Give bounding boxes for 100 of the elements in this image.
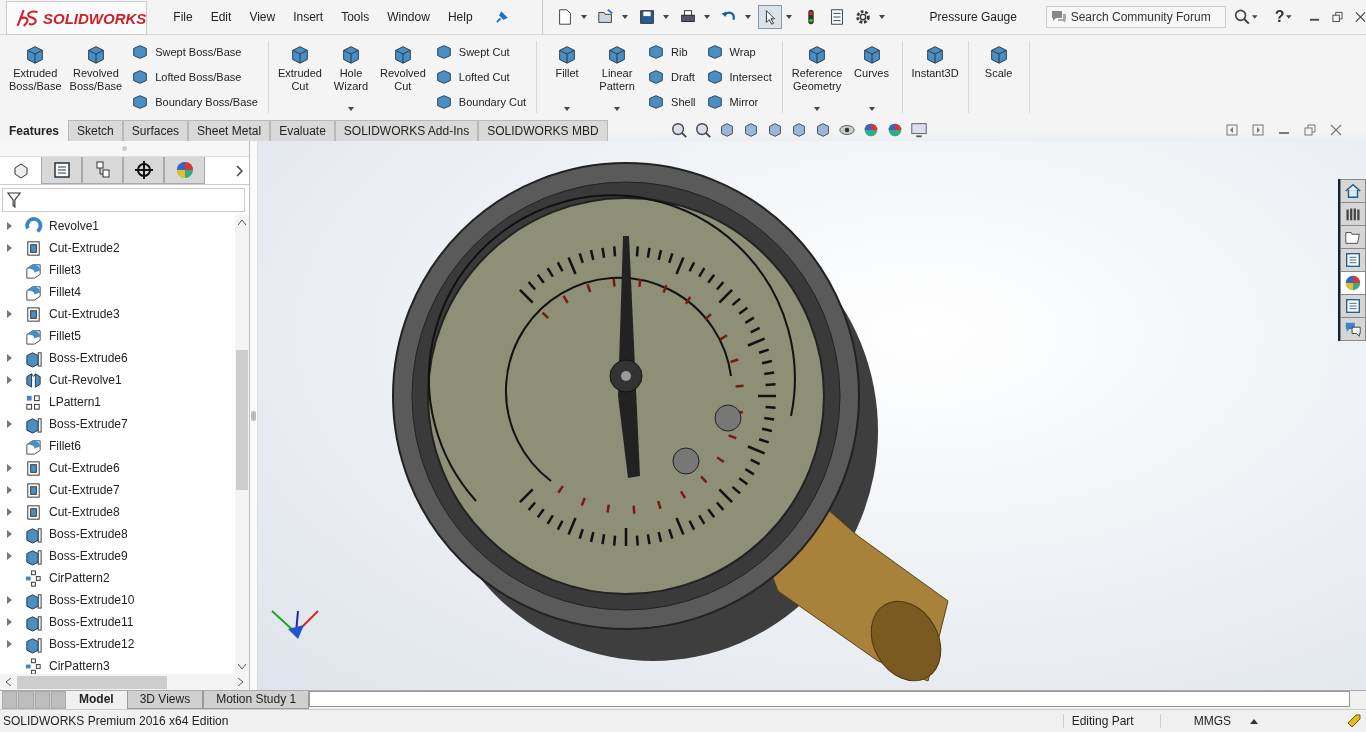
expand-arrow-icon[interactable] (7, 244, 12, 252)
caret-icon[interactable] (614, 107, 621, 111)
ribbon-button[interactable]: Rib (647, 41, 696, 63)
expand-arrow-icon[interactable] (7, 640, 12, 648)
ribbon-button[interactable]: Revolved Cut (376, 41, 429, 113)
caret-icon[interactable] (621, 15, 628, 19)
ribbon-button[interactable]: Wrap (705, 41, 772, 63)
caret-up-icon[interactable] (1250, 718, 1258, 724)
tree-item[interactable]: Boss-Extrude9 (0, 545, 235, 567)
scroll-down-icon[interactable] (238, 664, 246, 669)
tree-item[interactable]: Boss-Extrude11 (0, 611, 235, 633)
list-icon[interactable] (1340, 295, 1366, 318)
caret-icon[interactable] (662, 15, 669, 19)
menu-item[interactable]: File (173, 10, 193, 24)
filter-icon[interactable] (7, 192, 21, 208)
command-tab[interactable]: SOLIDWORKS Add-Ins (334, 120, 479, 141)
ribbon-button[interactable]: Lofted Cut (434, 66, 527, 88)
tree-item[interactable]: Boss-Extrude8 (0, 523, 235, 545)
caret-icon[interactable] (564, 107, 571, 111)
ribbon-button[interactable]: Extruded Boss/Base (6, 41, 65, 113)
scroll-thumb[interactable] (236, 350, 248, 490)
scroll-thumb[interactable] (17, 675, 167, 689)
restore-icon[interactable] (1304, 124, 1316, 136)
ribbon-button[interactable]: Linear Pattern (593, 41, 642, 113)
caret-icon[interactable] (580, 15, 587, 19)
expand-arrow-icon[interactable] (7, 222, 12, 230)
tree-item[interactable]: Revolve1 (0, 215, 235, 237)
search-field[interactable]: Search Community Forum (1045, 6, 1226, 28)
vertical-scrollbar[interactable] (235, 215, 249, 674)
tree-item[interactable]: Fillet5 (0, 325, 235, 347)
ribbon-button[interactable]: Curves (847, 41, 896, 113)
ribbon-button[interactable]: Swept Cut (434, 41, 527, 63)
tree-item[interactable]: Cut-Extrude2 (0, 237, 235, 259)
splitter-handle[interactable] (251, 410, 256, 421)
ribbon-button[interactable]: Reference Geometry (788, 41, 846, 113)
tree-item[interactable]: LPattern1 (0, 391, 235, 413)
scroll-left-icon[interactable] (6, 678, 11, 686)
caret-icon[interactable] (347, 107, 354, 111)
ribbon-button[interactable]: Scale (974, 41, 1023, 113)
chevron-right-icon[interactable] (235, 164, 243, 177)
units-label[interactable]: MMGS (1190, 714, 1234, 728)
expand-arrow-icon[interactable] (7, 486, 12, 494)
panel-grip-icon[interactable] (122, 146, 127, 151)
model-tab[interactable]: Motion Study 1 (203, 691, 310, 709)
ribbon-button[interactable]: Extruded Cut (274, 41, 325, 113)
expand-arrow-icon[interactable] (7, 596, 12, 604)
tag-icon[interactable] (1346, 713, 1362, 729)
tree-item[interactable]: CirPattern2 (0, 567, 235, 589)
ribbon-button[interactable]: Shell (647, 91, 696, 113)
tree-item[interactable]: Fillet6 (0, 435, 235, 457)
zoom-fit-icon[interactable] (669, 121, 688, 139)
tree-item[interactable]: Cut-Extrude6 (0, 457, 235, 479)
expand-arrow-icon[interactable] (7, 420, 12, 428)
command-tab[interactable]: Evaluate (270, 120, 335, 141)
ribbon-button[interactable]: Boundary Cut (434, 91, 527, 113)
scroll-up-icon[interactable] (238, 220, 246, 225)
ribbon-button[interactable]: Fillet (543, 41, 592, 113)
expand-arrow-icon[interactable] (7, 552, 12, 560)
model-tab[interactable]: 3D Views (126, 691, 204, 709)
configuration-icon[interactable] (82, 157, 123, 184)
tree-item[interactable]: Boss-Extrude7 (0, 413, 235, 435)
tree-item[interactable]: Cut-Extrude8 (0, 501, 235, 523)
close-icon[interactable] (1355, 11, 1366, 23)
expand-arrow-icon[interactable] (7, 464, 12, 472)
caret-icon[interactable] (703, 15, 710, 19)
tree-item[interactable]: Fillet4 (0, 281, 235, 303)
expand-arrow-icon[interactable] (7, 508, 12, 516)
cursor-icon[interactable] (757, 5, 782, 29)
menu-item[interactable]: Window (387, 10, 430, 24)
ribbon-button[interactable]: Mirror (705, 91, 772, 113)
close-icon[interactable] (1330, 124, 1342, 136)
tree-item[interactable]: Cut-Extrude7 (0, 479, 235, 501)
search-icon[interactable] (1233, 8, 1251, 26)
list-icon[interactable] (41, 157, 82, 184)
scroll-right-icon[interactable] (238, 678, 243, 686)
menu-item[interactable]: Edit (210, 10, 232, 24)
tree-item[interactable]: Cut-Revolve1 (0, 369, 235, 391)
caret-icon[interactable] (744, 15, 751, 19)
home-icon[interactable] (1340, 179, 1366, 203)
caret-icon[interactable] (814, 107, 821, 111)
menu-item[interactable]: Tools (341, 10, 370, 24)
caret-icon[interactable] (1286, 15, 1292, 19)
tree-item[interactable]: Boss-Extrude12 (0, 633, 235, 655)
folder-icon[interactable] (1340, 226, 1366, 249)
command-tab[interactable]: SOLIDWORKS MBD (478, 120, 608, 141)
tree-item[interactable]: Boss-Extrude6 (0, 347, 235, 369)
tile-right-icon[interactable] (1252, 124, 1264, 136)
books-icon[interactable] (1340, 203, 1366, 226)
command-tab[interactable]: Sketch (68, 120, 123, 141)
menu-item[interactable]: View (249, 10, 276, 24)
expand-arrow-icon[interactable] (7, 310, 12, 318)
graphics-area[interactable] (258, 141, 1366, 690)
speech-bubbles-icon[interactable] (1340, 318, 1366, 341)
zoom-area-icon[interactable] (693, 121, 712, 139)
tree-item[interactable]: Boss-Extrude10 (0, 589, 235, 611)
help-button[interactable]: ? (1274, 8, 1285, 26)
monitor-icon[interactable] (909, 121, 928, 139)
caret-icon[interactable] (868, 107, 875, 111)
ribbon-button[interactable]: Revolved Boss/Base (66, 41, 126, 113)
caret-icon[interactable] (878, 15, 885, 19)
